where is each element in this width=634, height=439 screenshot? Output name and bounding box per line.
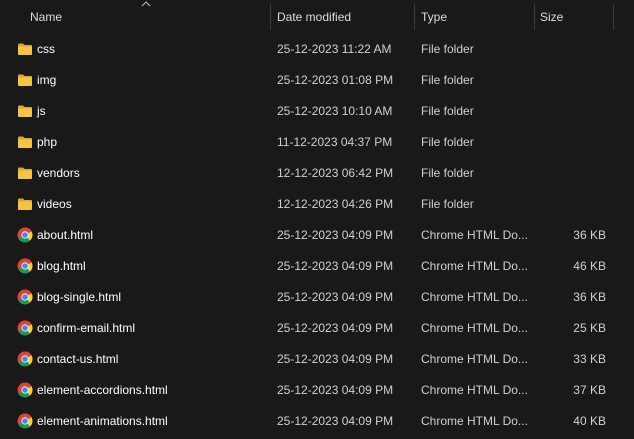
file-name: php: [37, 135, 58, 149]
file-size: 25 KB: [573, 321, 606, 335]
file-date-modified: 25-12-2023 04:09 PM: [277, 259, 394, 273]
file-date-modified: 12-12-2023 06:42 PM: [277, 166, 394, 180]
file-size: 36 KB: [573, 228, 606, 242]
file-name: js: [37, 104, 46, 118]
sort-ascending-icon: [141, 1, 151, 7]
chrome-icon: [17, 289, 33, 305]
file-type: Chrome HTML Do...: [421, 290, 528, 304]
file-date-modified: 11-12-2023 04:37 PM: [277, 135, 393, 149]
file-type: Chrome HTML Do...: [421, 259, 528, 273]
file-name: contact-us.html: [37, 352, 119, 366]
file-size: 33 KB: [573, 352, 606, 366]
file-row[interactable]: blog.html 25-12-2023 04:09 PM Chrome HTM…: [0, 251, 634, 282]
file-size: 40 KB: [573, 414, 606, 428]
column-header-name[interactable]: Name: [0, 0, 271, 33]
file-type: File folder: [421, 104, 474, 118]
chrome-icon: [17, 227, 33, 243]
column-header-size-label: Size: [540, 10, 564, 24]
file-row[interactable]: confirm-email.html 25-12-2023 04:09 PM C…: [0, 313, 634, 344]
file-name: videos: [37, 197, 72, 211]
chrome-icon: [17, 382, 33, 398]
folder-icon: [17, 165, 33, 181]
file-row[interactable]: js 25-12-2023 10:10 AM File folder: [0, 96, 634, 127]
file-row[interactable]: element-accordions.html 25-12-2023 04:09…: [0, 375, 634, 406]
file-list: css 25-12-2023 11:22 AM File folder img …: [0, 34, 634, 437]
file-name: element-animations.html: [37, 414, 168, 428]
chrome-icon: [17, 320, 33, 336]
file-type: Chrome HTML Do...: [421, 352, 528, 366]
file-type: Chrome HTML Do...: [421, 228, 528, 242]
file-name: blog.html: [37, 259, 86, 273]
file-explorer-details-view: Name Date modified Type Size css 25-12-2…: [0, 0, 634, 439]
file-name: blog-single.html: [37, 290, 122, 304]
file-name: element-accordions.html: [37, 383, 168, 397]
column-header-empty[interactable]: [614, 0, 634, 33]
folder-icon: [17, 134, 33, 150]
file-date-modified: 25-12-2023 11:22 AM: [277, 42, 392, 56]
file-size: 36 KB: [573, 290, 606, 304]
file-date-modified: 25-12-2023 01:08 PM: [277, 73, 394, 87]
file-date-modified: 25-12-2023 04:09 PM: [277, 228, 394, 242]
column-header-date-modified[interactable]: Date modified: [271, 0, 415, 33]
file-date-modified: 25-12-2023 04:09 PM: [277, 383, 394, 397]
file-row[interactable]: contact-us.html 25-12-2023 04:09 PM Chro…: [0, 344, 634, 375]
file-type: File folder: [421, 166, 474, 180]
file-row[interactable]: vendors 12-12-2023 06:42 PM File folder: [0, 158, 634, 189]
file-date-modified: 25-12-2023 04:09 PM: [277, 352, 394, 366]
folder-icon: [17, 72, 33, 88]
file-name: vendors: [37, 166, 80, 180]
file-row[interactable]: blog-single.html 25-12-2023 04:09 PM Chr…: [0, 282, 634, 313]
file-row[interactable]: css 25-12-2023 11:22 AM File folder: [0, 34, 634, 65]
file-type: Chrome HTML Do...: [421, 414, 528, 428]
file-type: File folder: [421, 73, 474, 87]
file-name: confirm-email.html: [37, 321, 136, 335]
file-date-modified: 25-12-2023 04:09 PM: [277, 290, 394, 304]
chrome-icon: [17, 258, 33, 274]
file-date-modified: 12-12-2023 04:26 PM: [277, 197, 394, 211]
chrome-icon: [17, 413, 33, 429]
file-name: css: [37, 42, 55, 56]
file-date-modified: 25-12-2023 04:09 PM: [277, 414, 394, 428]
file-type: Chrome HTML Do...: [421, 383, 528, 397]
file-type: File folder: [421, 42, 474, 56]
column-header-bar: Name Date modified Type Size: [0, 0, 634, 33]
file-row[interactable]: php 11-12-2023 04:37 PM File folder: [0, 127, 634, 158]
file-row[interactable]: videos 12-12-2023 04:26 PM File folder: [0, 189, 634, 220]
folder-icon: [17, 41, 33, 57]
folder-icon: [17, 103, 33, 119]
column-header-type[interactable]: Type: [415, 0, 535, 33]
file-name: img: [37, 73, 57, 87]
file-type: File folder: [421, 197, 474, 211]
file-row[interactable]: element-animations.html 25-12-2023 04:09…: [0, 406, 634, 437]
column-header-type-label: Type: [421, 10, 448, 24]
folder-icon: [17, 196, 33, 212]
file-size: 37 KB: [573, 383, 606, 397]
column-header-name-label: Name: [30, 10, 63, 24]
file-type: File folder: [421, 135, 474, 149]
column-header-date-label: Date modified: [277, 10, 352, 24]
file-type: Chrome HTML Do...: [421, 321, 528, 335]
file-date-modified: 25-12-2023 04:09 PM: [277, 321, 394, 335]
file-row[interactable]: about.html 25-12-2023 04:09 PM Chrome HT…: [0, 220, 634, 251]
column-header-size[interactable]: Size: [535, 0, 614, 33]
file-date-modified: 25-12-2023 10:10 AM: [277, 104, 393, 118]
chrome-icon: [17, 351, 33, 367]
file-size: 46 KB: [573, 259, 606, 273]
file-name: about.html: [37, 228, 94, 242]
file-row[interactable]: img 25-12-2023 01:08 PM File folder: [0, 65, 634, 96]
